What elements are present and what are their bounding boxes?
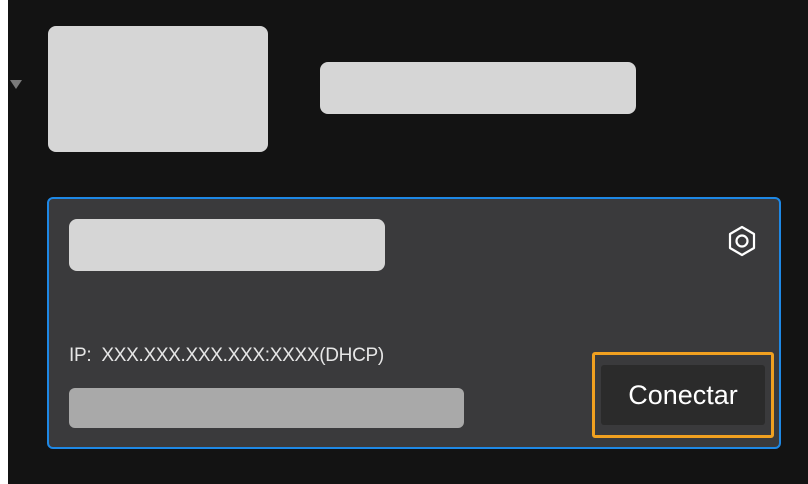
device-name-placeholder	[320, 62, 636, 114]
ip-value: XXX.XXX.XXX.XXX:XXXX(DHCP)	[101, 345, 384, 366]
app-window: IP: XXX.XXX.XXX.XXX:XXXX(DHCP) Conectar	[0, 0, 808, 484]
card-subtitle-placeholder	[69, 388, 464, 428]
connect-button[interactable]: Conectar	[601, 365, 765, 425]
card-title-placeholder	[69, 219, 385, 271]
ip-label: IP:	[69, 345, 92, 366]
ip-address-line: IP: XXX.XXX.XXX.XXX:XXXX(DHCP)	[69, 345, 384, 367]
device-thumbnail	[48, 26, 268, 152]
settings-icon[interactable]	[725, 224, 759, 258]
expand-arrow-icon[interactable]	[10, 80, 22, 89]
connect-button-highlight: Conectar	[592, 352, 774, 438]
